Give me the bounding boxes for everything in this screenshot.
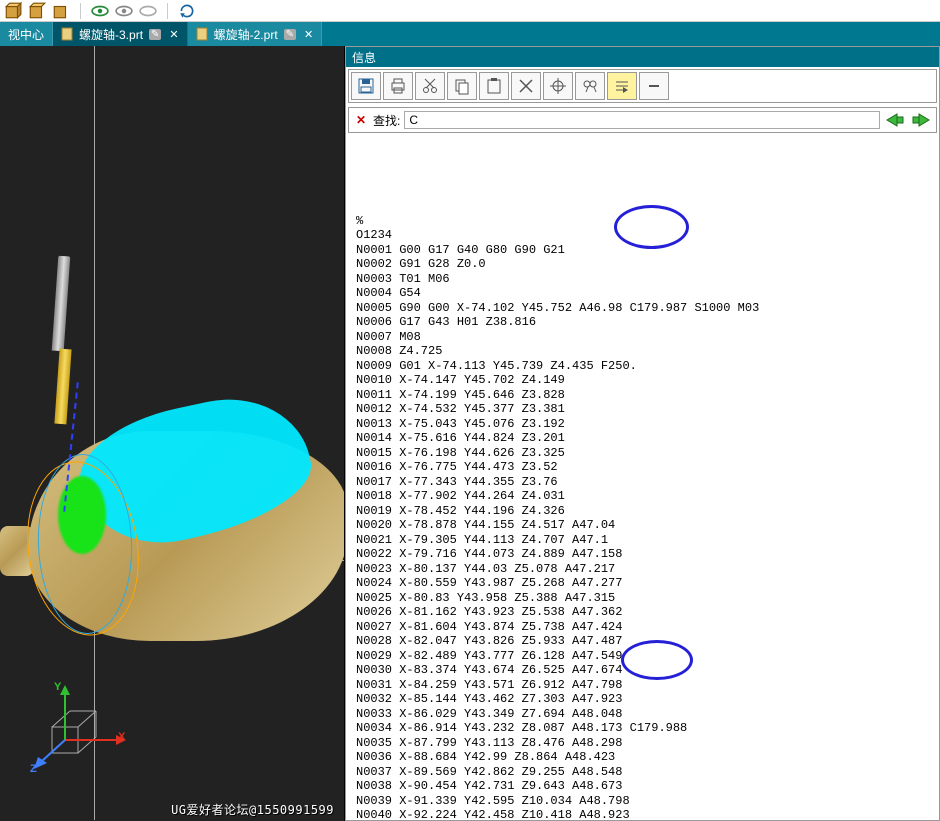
eye-show-icon[interactable] [91,2,109,20]
nc-line: N0013 X-75.043 Y45.076 Z3.192 [356,417,929,432]
info-title: 信息 [346,47,939,67]
wrap-button[interactable] [607,72,637,100]
tool-holder [52,256,71,352]
nc-line: N0005 G90 G00 X-74.102 Y45.752 A46.98 C1… [356,301,929,316]
nc-line: N0039 X-91.339 Y42.595 Z10.034 A48.798 [356,794,929,809]
nc-line: N0024 X-80.559 Y43.987 Z5.268 A47.277 [356,576,929,591]
nc-line: N0010 X-74.147 Y45.702 Z4.149 [356,373,929,388]
watermark: UG爱好者论坛@1550991599 [171,801,334,818]
nc-line: N0011 X-74.199 Y45.646 Z3.828 [356,388,929,403]
nc-line: N0017 X-77.343 Y44.355 Z3.76 [356,475,929,490]
nc-line: N0034 X-86.914 Y43.232 Z8.087 A48.173 C1… [356,721,929,736]
nc-line: N0007 M08 [356,330,929,345]
nc-line: O1234 [356,228,929,243]
eye-dim-icon[interactable] [139,2,157,20]
collapse-button[interactable] [639,72,669,100]
document-icon [61,27,75,41]
nc-line: N0023 X-80.137 Y44.03 Z5.078 A47.217 [356,562,929,577]
nc-line: N0004 G54 [356,286,929,301]
nc-line: N0026 X-81.162 Y43.923 Z5.538 A47.362 [356,605,929,620]
spiral-model [0,376,340,656]
nc-line: N0016 X-76.775 Y44.473 Z3.52 [356,460,929,475]
tab-spiral2[interactable]: 螺旋轴-2.prt ✎ ✕ [188,22,323,46]
nc-line: N0014 X-75.616 Y44.824 Z3.201 [356,431,929,446]
tab-label: 螺旋轴-2.prt [214,26,278,43]
coordinate-triad: X Y Z [30,681,130,781]
cube2-icon[interactable] [28,2,46,20]
nc-line: N0031 X-84.259 Y43.571 Z6.912 A47.798 [356,678,929,693]
find-bar: ✕ 查找: [348,107,937,133]
nc-line: N0019 X-78.452 Y44.196 Z4.326 [356,504,929,519]
nc-line: N0030 X-83.374 Y43.674 Z6.525 A47.674 [356,663,929,678]
nc-line: N0008 Z4.725 [356,344,929,359]
nc-line: N0021 X-79.305 Y44.113 Z4.707 A47.1 [356,533,929,548]
delete-button[interactable] [511,72,541,100]
cube-icon[interactable] [4,2,22,20]
axis-x-label: X [118,731,125,743]
document-icon [196,27,210,41]
nc-line: N0018 X-77.902 Y44.264 Z4.031 [356,489,929,504]
nc-line: N0040 X-92.224 Y42.458 Z10.418 A48.923 [356,808,929,820]
top-icon-strip [0,0,940,22]
modified-badge: ✎ [284,29,296,40]
nc-line: N0028 X-82.047 Y43.826 Z5.933 A47.487 [356,634,929,649]
tab-label: 视中心 [8,26,44,43]
nc-line: N0001 G00 G17 G40 G80 G90 G21 [356,243,929,258]
axis-y-label: Y [54,681,61,693]
refresh-icon[interactable] [178,2,196,20]
nc-line: N0035 X-87.799 Y43.113 Z8.476 A48.298 [356,736,929,751]
close-find-icon[interactable]: ✕ [353,112,369,128]
info-toolbar [348,69,937,103]
3d-viewport[interactable]: X Y Z UG爱好者论坛@1550991599 [0,46,345,821]
nc-line: N0022 X-79.716 Y44.073 Z4.889 A47.158 [356,547,929,562]
nc-line: N0002 G91 G28 Z0.0 [356,257,929,272]
find-input[interactable] [404,111,880,129]
nc-line: N0012 X-74.532 Y45.377 Z3.381 [356,402,929,417]
nc-line: N0032 X-85.144 Y43.462 Z7.303 A47.923 [356,692,929,707]
save-button[interactable] [351,72,381,100]
modified-badge: ✎ [149,29,161,40]
cut-button[interactable] [415,72,445,100]
paste-button[interactable] [479,72,509,100]
find-label: 查找: [373,112,400,129]
nc-line: N0015 X-76.198 Y44.626 Z3.325 [356,446,929,461]
axis-z-label: Z [30,763,37,775]
nc-line: N0025 X-80.83 Y43.958 Z5.388 A47.315 [356,591,929,606]
nc-line: N0038 X-90.454 Y42.731 Z9.643 A48.673 [356,779,929,794]
print-button[interactable] [383,72,413,100]
find-button[interactable] [575,72,605,100]
nc-line: N0033 X-86.029 Y43.349 Z7.694 A48.048 [356,707,929,722]
find-prev-button[interactable] [884,111,906,129]
nc-line: N0003 T01 M06 [356,272,929,287]
target-button[interactable] [543,72,573,100]
nc-line: N0006 G17 G43 H01 Z38.816 [356,315,929,330]
info-panel: 信息 ✕ 查找: %O1234N0001 G00 G17 G40 G80 G90… [345,46,940,821]
nc-line: N0036 X-88.684 Y42.99 Z8.864 A48.423 [356,750,929,765]
nc-line: N0027 X-81.604 Y43.874 Z5.738 A47.424 [356,620,929,635]
tab-label: 螺旋轴-3.prt [79,26,143,43]
eye-hide-icon[interactable] [115,2,133,20]
nc-line: % [356,214,929,229]
close-icon[interactable]: ✕ [169,28,178,41]
cube3-icon[interactable] [52,2,70,20]
nc-line: N0009 G01 X-74.113 Y45.739 Z4.435 F250. [356,359,929,374]
nc-code-listing[interactable]: %O1234N0001 G00 G17 G40 G80 G90 G21N0002… [346,135,939,820]
tab-spiral3[interactable]: 螺旋轴-3.prt ✎ ✕ [53,22,188,46]
nc-line: N0020 X-78.878 Y44.155 Z4.517 A47.04 [356,518,929,533]
close-icon[interactable]: ✕ [304,28,313,41]
document-tabs: 视中心 螺旋轴-3.prt ✎ ✕ 螺旋轴-2.prt ✎ ✕ [0,22,940,46]
nc-line: N0029 X-82.489 Y43.777 Z6.128 A47.549 [356,649,929,664]
tab-center[interactable]: 视中心 [0,22,53,46]
find-next-button[interactable] [910,111,932,129]
copy-button[interactable] [447,72,477,100]
nc-line: N0037 X-89.569 Y42.862 Z9.255 A48.548 [356,765,929,780]
